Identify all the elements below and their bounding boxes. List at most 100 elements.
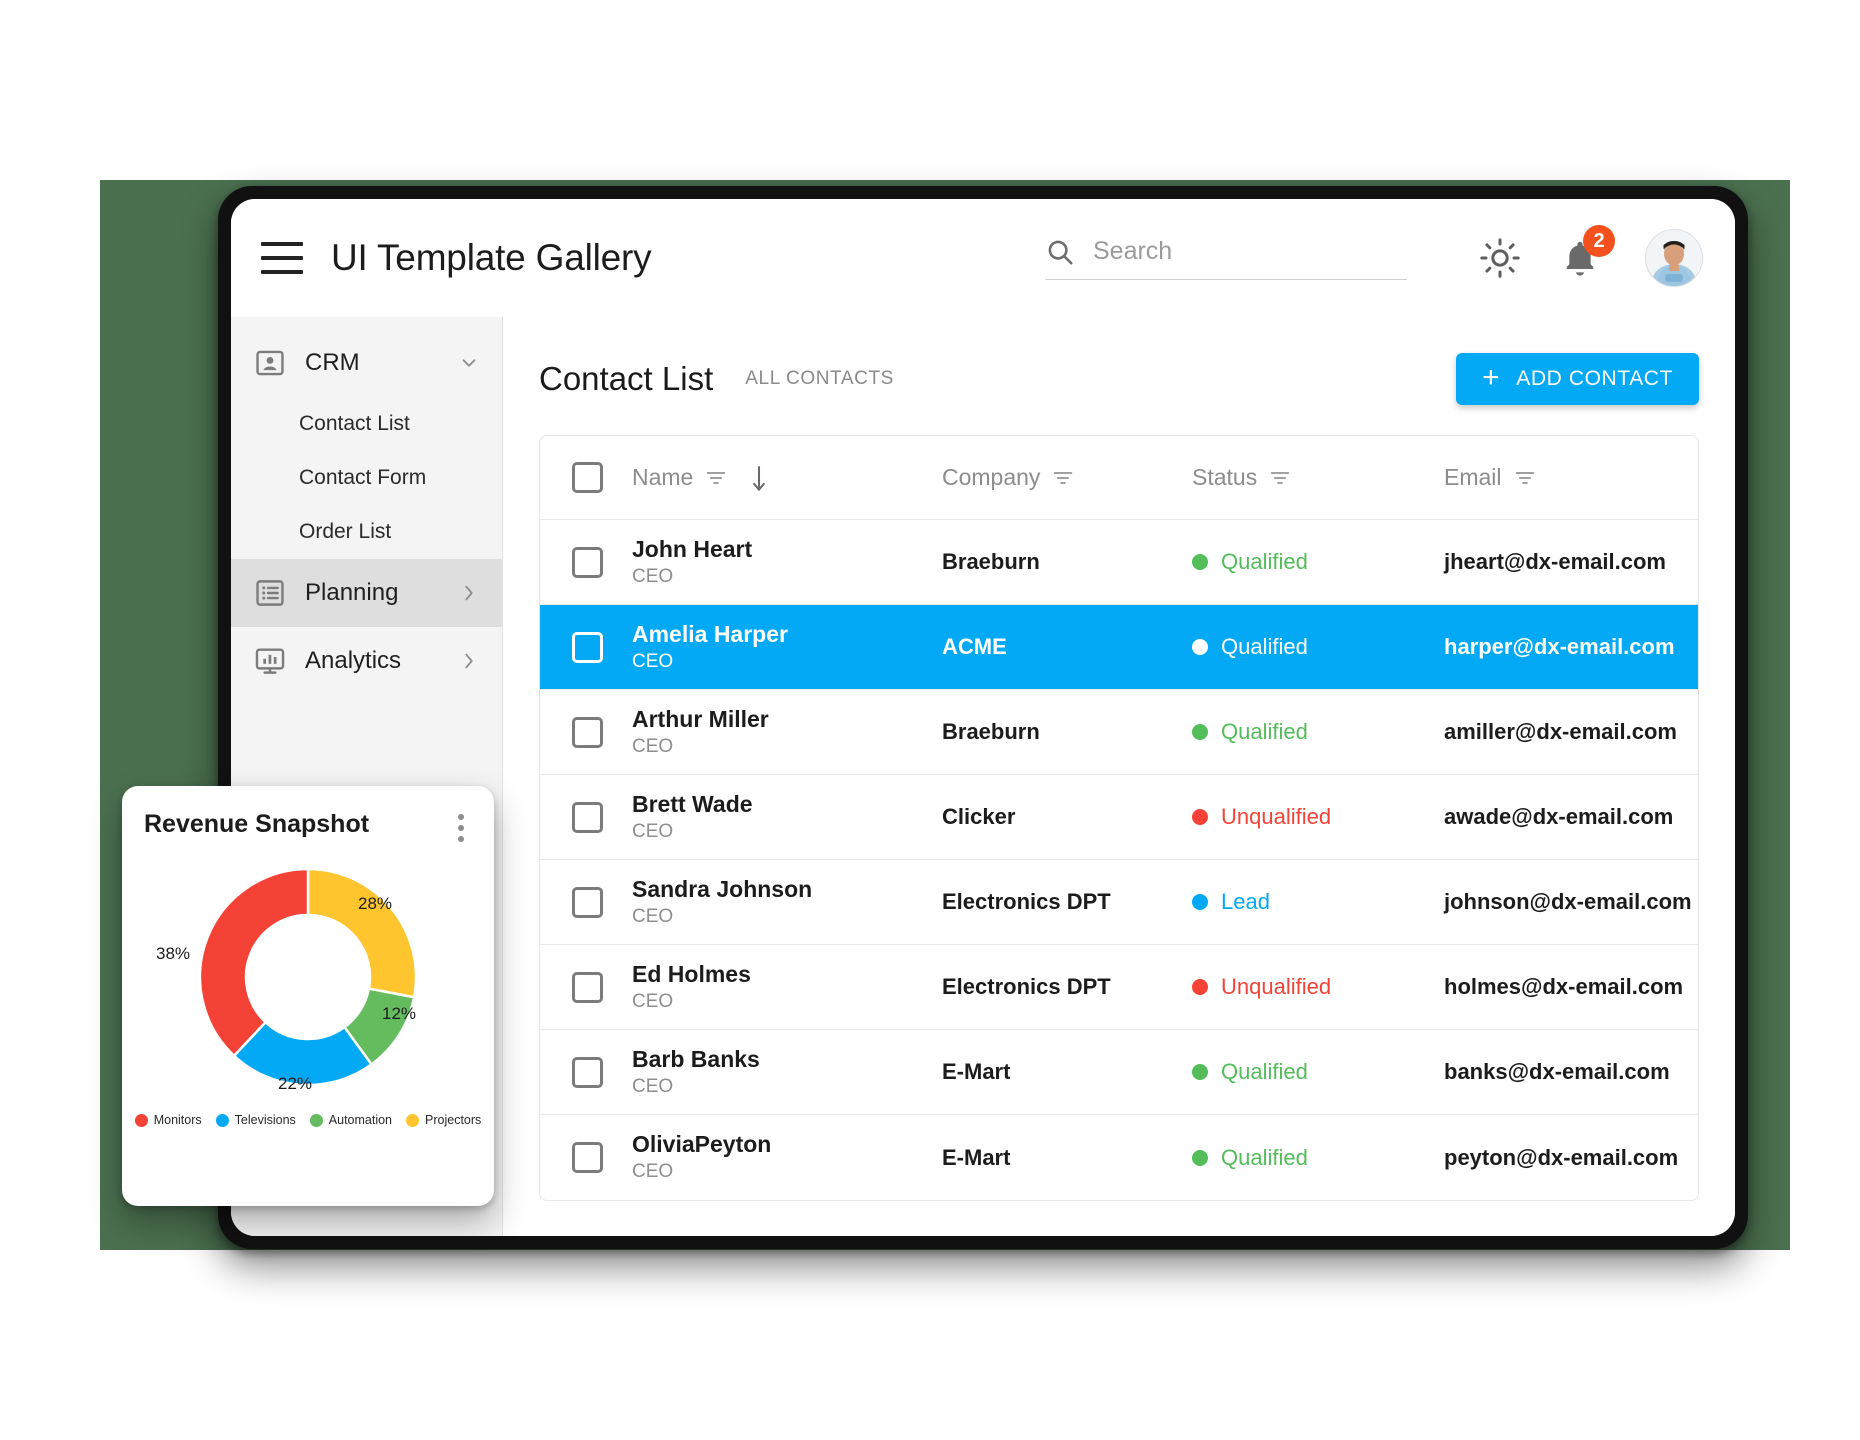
contact-email: awade@dx-email.com	[1444, 804, 1674, 829]
contact-name: Brett Wade	[632, 790, 753, 817]
status-label: Qualified	[1221, 719, 1308, 744]
row-checkbox[interactable]	[572, 1142, 603, 1173]
cell-company: Braeburn	[942, 719, 1192, 745]
status-dot	[1192, 639, 1208, 655]
cell-company: E-Mart	[942, 1059, 1192, 1085]
table-row[interactable]: OliviaPeyton CEO E-Mart Qualified peyton@dx-…	[540, 1115, 1698, 1200]
legend-item-televisions[interactable]: Televisions	[215, 1113, 296, 1127]
row-select-cell	[540, 971, 632, 1003]
legend-item-monitors[interactable]: Monitors	[134, 1113, 202, 1127]
company-name: E-Mart	[942, 1144, 1011, 1170]
legend-item-projectors[interactable]: Projectors	[406, 1113, 481, 1127]
row-checkbox[interactable]	[572, 546, 603, 578]
row-checkbox[interactable]	[572, 716, 603, 748]
filter-icon[interactable]	[1514, 467, 1536, 489]
chevron-down-icon[interactable]	[458, 352, 480, 374]
legend-item-automation[interactable]: Automation	[309, 1113, 392, 1127]
cell-email: peyton@dx-email.com	[1444, 1145, 1698, 1171]
cell-name: Barb Banks CEO	[632, 1045, 942, 1099]
search-icon	[1045, 237, 1075, 267]
donut-svg	[198, 867, 418, 1087]
cell-email: holmes@dx-email.com	[1444, 974, 1698, 1000]
company-name: Braeburn	[942, 719, 1040, 744]
legend-color-dot	[406, 1113, 420, 1127]
filter-icon[interactable]	[705, 467, 727, 489]
hamburger-menu-icon[interactable]	[261, 242, 303, 274]
table-row[interactable]: Arthur Miller CEO Braeburn Qualified amiller…	[540, 690, 1698, 775]
table-row[interactable]: Ed Holmes CEO Electronics DPT Unqualified ho…	[540, 945, 1698, 1030]
legend-color-dot	[309, 1113, 323, 1127]
cell-status: Unqualified	[1192, 804, 1444, 830]
add-contact-button[interactable]: + ADD CONTACT	[1456, 353, 1699, 405]
page-subtitle: ALL CONTACTS	[745, 368, 894, 389]
row-checkbox[interactable]	[572, 1056, 603, 1088]
cell-name: John Heart CEO	[632, 535, 942, 589]
list-icon	[253, 576, 287, 610]
contact-role: CEO	[632, 565, 674, 587]
slice-label-monitors: 38%	[156, 944, 191, 963]
sidebar-item-crm[interactable]: CRM	[231, 329, 502, 397]
sort-descending-icon[interactable]	[749, 465, 769, 491]
main-content: Contact List ALL CONTACTS + ADD CONTACT	[503, 317, 1735, 1236]
table-row[interactable]: Barb Banks CEO E-Mart Qualified banks@dx-ema…	[540, 1030, 1698, 1115]
column-header-email[interactable]: Email	[1444, 464, 1698, 491]
contact-card-icon	[253, 346, 287, 380]
filter-icon[interactable]	[1269, 467, 1291, 489]
donut-slice-monitors[interactable]	[198, 867, 310, 1058]
brightness-icon[interactable]	[1477, 235, 1523, 281]
table-row[interactable]: Brett Wade CEO Clicker Unqualified awade@dx-…	[540, 775, 1698, 860]
search-input[interactable]	[1093, 237, 1407, 266]
column-header-name[interactable]: Name	[632, 464, 942, 491]
cell-company: Braeburn	[942, 549, 1192, 575]
contact-role: CEO	[632, 820, 674, 842]
sidebar-item-planning[interactable]: Planning	[231, 559, 502, 627]
sidebar-subitem-order-list[interactable]: Order List	[231, 505, 502, 559]
contacts-table: Name Company Status Email John Heart CEO…	[539, 435, 1699, 1201]
column-header-status[interactable]: Status	[1192, 464, 1444, 491]
chevron-right-icon[interactable]	[458, 650, 480, 672]
company-name: Clicker	[942, 804, 1016, 829]
table-row[interactable]: John Heart CEO Braeburn Qualified jheart@dx-…	[540, 520, 1698, 605]
contact-name: Amelia Harper	[632, 620, 788, 647]
slice-label-televisions: 22%	[278, 1074, 313, 1093]
select-all-checkbox[interactable]	[572, 462, 603, 493]
sidebar-subitem-contact-form[interactable]: Contact Form	[231, 451, 502, 505]
sidebar-item-analytics[interactable]: Analytics	[231, 627, 502, 695]
cell-name: Brett Wade CEO	[632, 790, 942, 844]
sidebar-label-analytics: Analytics	[305, 647, 402, 674]
donut-slice-projectors[interactable]	[306, 867, 418, 999]
row-checkbox[interactable]	[572, 631, 603, 663]
status-dot	[1192, 1149, 1208, 1166]
page-title: Contact List	[539, 360, 714, 397]
status-label: Unqualified	[1221, 974, 1332, 999]
status-dot	[1192, 809, 1208, 825]
column-header-company[interactable]: Company	[942, 464, 1192, 491]
row-select-cell	[540, 716, 632, 748]
table-row[interactable]: Sandra Johnson CEO Electronics DPT Lead john…	[540, 860, 1698, 945]
row-checkbox[interactable]	[572, 801, 603, 833]
table-header-row: Name Company Status Email	[540, 436, 1698, 520]
sidebar-subitem-contact-list[interactable]: Contact List	[231, 397, 502, 451]
status-dot	[1192, 724, 1208, 740]
cell-status: Unqualified	[1192, 974, 1444, 1000]
table-row[interactable]: Amelia Harper CEO ACME Qualified harper@dx-e…	[540, 605, 1698, 690]
company-name: E-Mart	[942, 1059, 1011, 1084]
status-badge: Lead	[1192, 889, 1444, 915]
search-field[interactable]	[1045, 237, 1407, 280]
kebab-menu-icon[interactable]	[450, 810, 472, 846]
cell-company: Clicker	[942, 804, 1192, 830]
row-select-cell	[540, 1056, 632, 1088]
column-label-company: Company	[942, 464, 1041, 490]
column-label-email: Email	[1444, 464, 1502, 490]
select-all-cell	[540, 462, 632, 493]
filter-icon[interactable]	[1052, 467, 1074, 489]
user-avatar[interactable]	[1645, 229, 1703, 287]
notifications-bell-icon[interactable]: 2	[1557, 225, 1615, 281]
status-label: Qualified	[1221, 1059, 1308, 1084]
cell-status: Qualified	[1192, 634, 1444, 660]
cell-company: E-Mart	[942, 1145, 1192, 1171]
chevron-right-icon[interactable]	[458, 582, 480, 604]
row-checkbox[interactable]	[572, 971, 603, 1003]
row-checkbox[interactable]	[572, 886, 603, 918]
company-name: Electronics DPT	[942, 974, 1111, 999]
